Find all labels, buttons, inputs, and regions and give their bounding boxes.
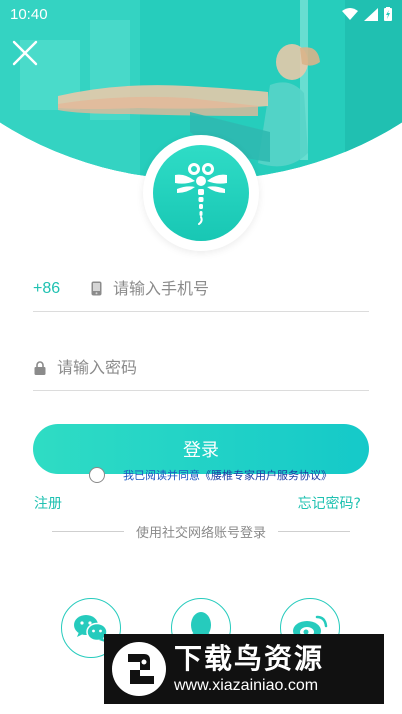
service-agreement-link[interactable]: 《腰椎专家用户服务协议》	[200, 467, 332, 483]
signal-icon	[364, 7, 378, 21]
wifi-icon	[342, 7, 358, 20]
phone-input[interactable]	[113, 273, 369, 304]
forgot-password-link[interactable]: 忘记密码?	[298, 493, 361, 513]
password-input[interactable]	[57, 352, 369, 383]
close-icon[interactable]	[12, 40, 38, 66]
agreement-row: 我已阅读并同意 《腰椎专家用户服务协议》	[89, 467, 332, 483]
status-bar: 10:40	[0, 0, 402, 28]
phone-icon	[89, 281, 103, 297]
country-code[interactable]: +86	[33, 280, 89, 298]
social-divider: 使用社交网络账号登录	[52, 522, 351, 541]
watermark-banner: 下载鸟资源 www.xiazainiao.com	[104, 634, 384, 704]
register-link[interactable]: 注册	[34, 493, 62, 513]
lock-icon	[33, 360, 47, 376]
app-logo	[143, 135, 259, 251]
bird-logo-icon	[112, 642, 166, 696]
watermark-title: 下载鸟资源	[174, 642, 325, 675]
dragonfly-logo-icon	[175, 163, 227, 225]
social-divider-text: 使用社交网络账号登录	[136, 526, 267, 541]
watermark-url: www.xiazainiao.com	[174, 677, 319, 694]
status-time: 10:40	[10, 5, 48, 23]
agree-text: 我已阅读并同意	[123, 469, 200, 482]
password-field[interactable]	[33, 345, 369, 391]
battery-icon	[384, 7, 392, 21]
agree-checkbox[interactable]	[89, 467, 105, 483]
phone-field[interactable]: +86	[33, 266, 369, 312]
